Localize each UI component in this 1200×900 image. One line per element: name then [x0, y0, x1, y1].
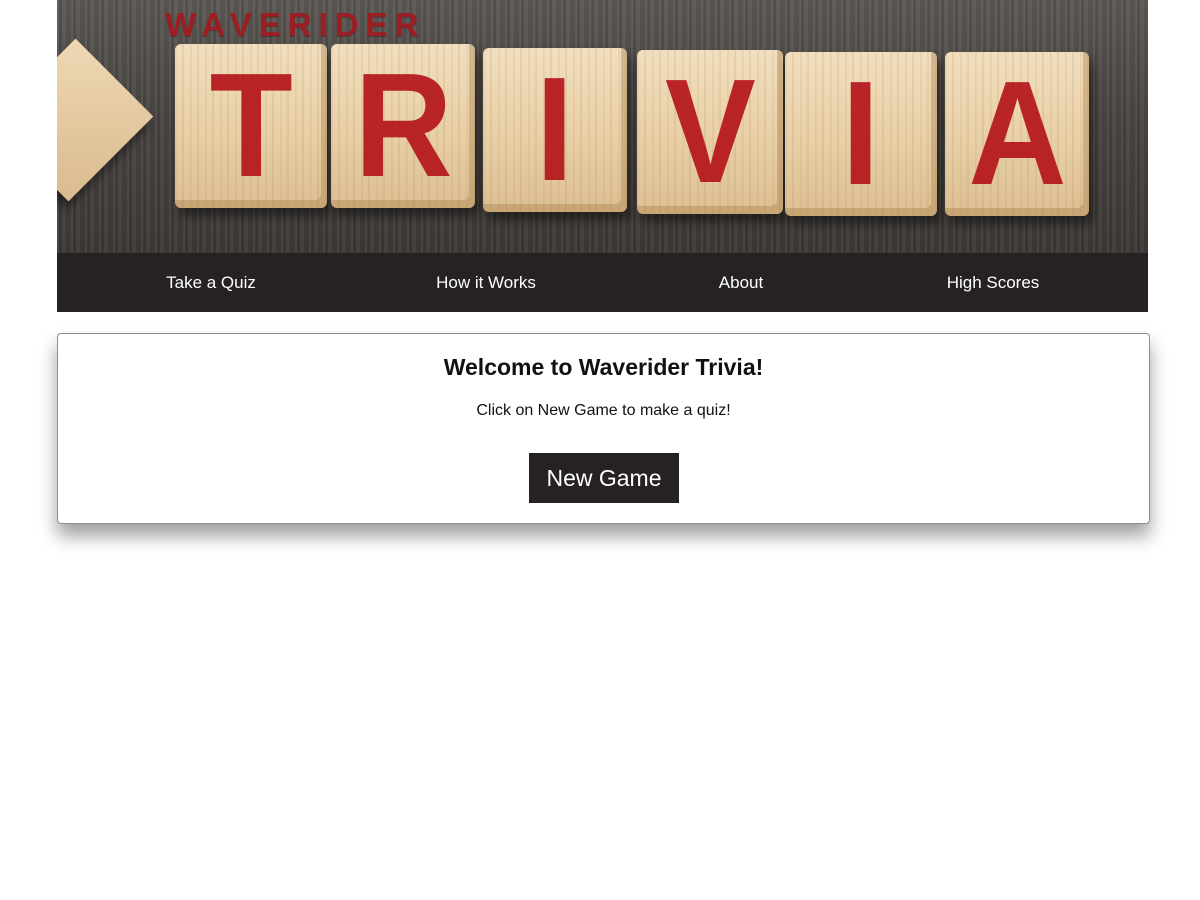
welcome-text: Click on New Game to make a quiz! — [476, 402, 731, 419]
welcome-title: Welcome to Waverider Trivia! — [443, 354, 764, 380]
letter-block-v: V — [637, 50, 783, 214]
nav-take-a-quiz[interactable]: Take a Quiz — [166, 253, 256, 312]
main-nav: Take a Quiz How it Works About High Scor… — [57, 253, 1148, 312]
banner-brand-text: WAVERIDER — [165, 6, 426, 43]
letter-block-i2: I — [785, 52, 937, 216]
letter-block-t: T — [175, 44, 327, 208]
partial-wood-block — [57, 38, 154, 202]
nav-how-it-works[interactable]: How it Works — [436, 253, 536, 312]
new-game-button[interactable]: New Game — [529, 453, 679, 503]
letter-block-a: A — [945, 52, 1089, 216]
page: T R I V I A WAVERIDER Take a Quiz How it… — [0, 0, 1200, 900]
block-letter: I — [842, 51, 880, 216]
trivia-banner: T R I V I A WAVERIDER — [57, 0, 1148, 253]
block-letter: T — [209, 43, 293, 208]
block-letter: R — [353, 43, 453, 208]
block-letter: V — [664, 49, 756, 214]
nav-about[interactable]: About — [719, 253, 763, 312]
block-letter: A — [967, 51, 1067, 216]
letter-block-i: I — [483, 48, 627, 212]
letter-block-r: R — [331, 44, 475, 208]
block-letter: I — [536, 47, 574, 212]
welcome-card: Welcome to Waverider Trivia! Click on Ne… — [57, 333, 1150, 524]
nav-high-scores[interactable]: High Scores — [947, 253, 1040, 312]
